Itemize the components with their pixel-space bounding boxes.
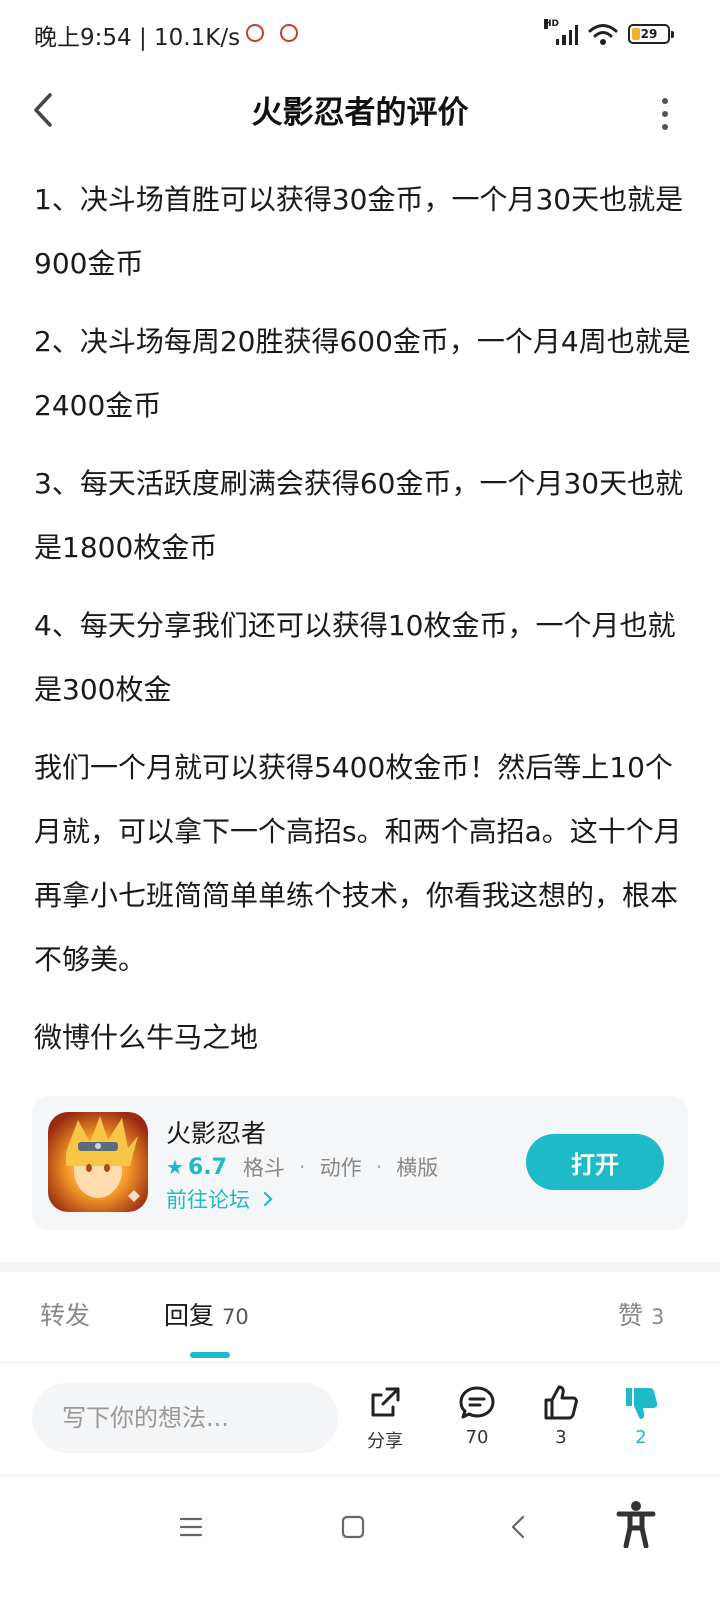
separator-dot: · [298,1155,306,1179]
post-paragraph: 4、每天分享我们还可以获得10枚金币，一个月也就是300枚金 [34,609,676,706]
tab-repost[interactable]: 转发 [40,1296,90,1332]
separator-dot: · [375,1155,383,1179]
section-divider [0,1262,720,1272]
post-paragraph: 微博什么牛马之地 [34,1021,259,1054]
app-rating: 6.7 [187,1154,227,1180]
recent-apps-button[interactable] [178,1514,204,1544]
app-meta: ★ 6.7 格斗 · 动作 · 横版 [166,1152,438,1182]
forum-link[interactable]: 前往论坛 [166,1184,275,1214]
system-back-button[interactable] [506,1514,532,1544]
system-nav-bar [0,1476,720,1600]
active-tab-indicator [190,1352,230,1358]
tab-like[interactable]: 赞3 [618,1296,664,1332]
app-tag: 横版 [396,1156,439,1180]
comment-count: 70 [465,1427,489,1448]
tab-like-count: 3 [651,1305,665,1329]
share-label: 分享 [367,1431,403,1452]
home-button[interactable] [340,1514,366,1544]
battery-level: 29 [640,27,658,41]
forum-link-label: 前往论坛 [166,1188,250,1212]
network-label: HD [544,19,560,29]
tab-reply[interactable]: 回复 70 [164,1296,249,1332]
like-count: 3 [555,1427,567,1448]
thumbs-down-icon [626,1388,658,1419]
home-square-icon [341,1515,365,1539]
more-vertical-icon [662,98,668,104]
accessibility-button[interactable] [616,1500,656,1552]
app-icon[interactable] [48,1112,148,1212]
accessibility-icon [616,1501,656,1549]
more-menu-button[interactable] [660,95,670,130]
tab-repost-label: 转发 [40,1301,91,1330]
dislike-button[interactable]: 2 [606,1383,676,1448]
app-name: 火影忍者 [166,1119,267,1148]
post-content: 1、决斗场首胜可以获得30金币，一个月30天也就是 900金币 2、决斗场每周2… [34,168,694,1084]
signal-icon: HD [544,19,578,45]
header: 火影忍者的评价 [0,75,720,145]
post-paragraph: 3、每天活跃度刷满会获得60金币，一个月30天也就是1800枚金币 [34,467,684,564]
like-button[interactable]: 3 [526,1383,596,1448]
share-icon [371,1387,400,1417]
thumbs-up-icon [544,1385,578,1420]
open-app-button[interactable]: 打开 [526,1134,664,1190]
comment-input[interactable] [32,1383,338,1453]
status-time: 晚上9:54 | 10.1K/s [34,25,241,51]
menu-icon [179,1517,203,1537]
post-paragraph: 我们一个月就可以获得5400枚金币！然后等上10个月就，可以拿下一个高招s。和两… [34,751,682,976]
comment-button[interactable]: 70 [442,1383,512,1448]
app-card[interactable]: 火影忍者 ★ 6.7 格斗 · 动作 · 横版 前往论坛 打开 [32,1096,688,1230]
notification-icon [246,24,264,42]
tab-reply-label: 回复 [164,1301,215,1330]
tab-reply-count: 70 [222,1305,249,1329]
app-tag: 动作 [319,1156,362,1180]
action-bar: 分享 70 3 2 [0,1363,720,1475]
notification-icon [280,24,298,42]
page-title: 火影忍者的评价 [251,95,469,131]
dislike-count: 2 [635,1427,647,1448]
status-bar: 晚上9:54 | 10.1K/s HD 29 [0,0,720,70]
tab-like-label: 赞 [618,1301,644,1330]
comment-icon [459,1386,495,1419]
post-paragraph: 1、决斗场首胜可以获得30金币，一个月30天也就是 900金币 [34,183,684,280]
star-icon: ★ [166,1155,184,1179]
chevron-right-icon [263,1191,273,1207]
post-paragraph: 2、决斗场每周20胜获得600金币，一个月4周也就是2400金币 [34,325,691,422]
wifi-icon [588,24,618,45]
back-triangle-icon [511,1515,525,1539]
share-button[interactable]: 分享 [350,1383,420,1453]
comment-tabs: 转发 回复 70 赞3 [0,1280,720,1360]
battery-icon: 29 [628,24,674,44]
app-tag: 格斗 [242,1156,285,1180]
